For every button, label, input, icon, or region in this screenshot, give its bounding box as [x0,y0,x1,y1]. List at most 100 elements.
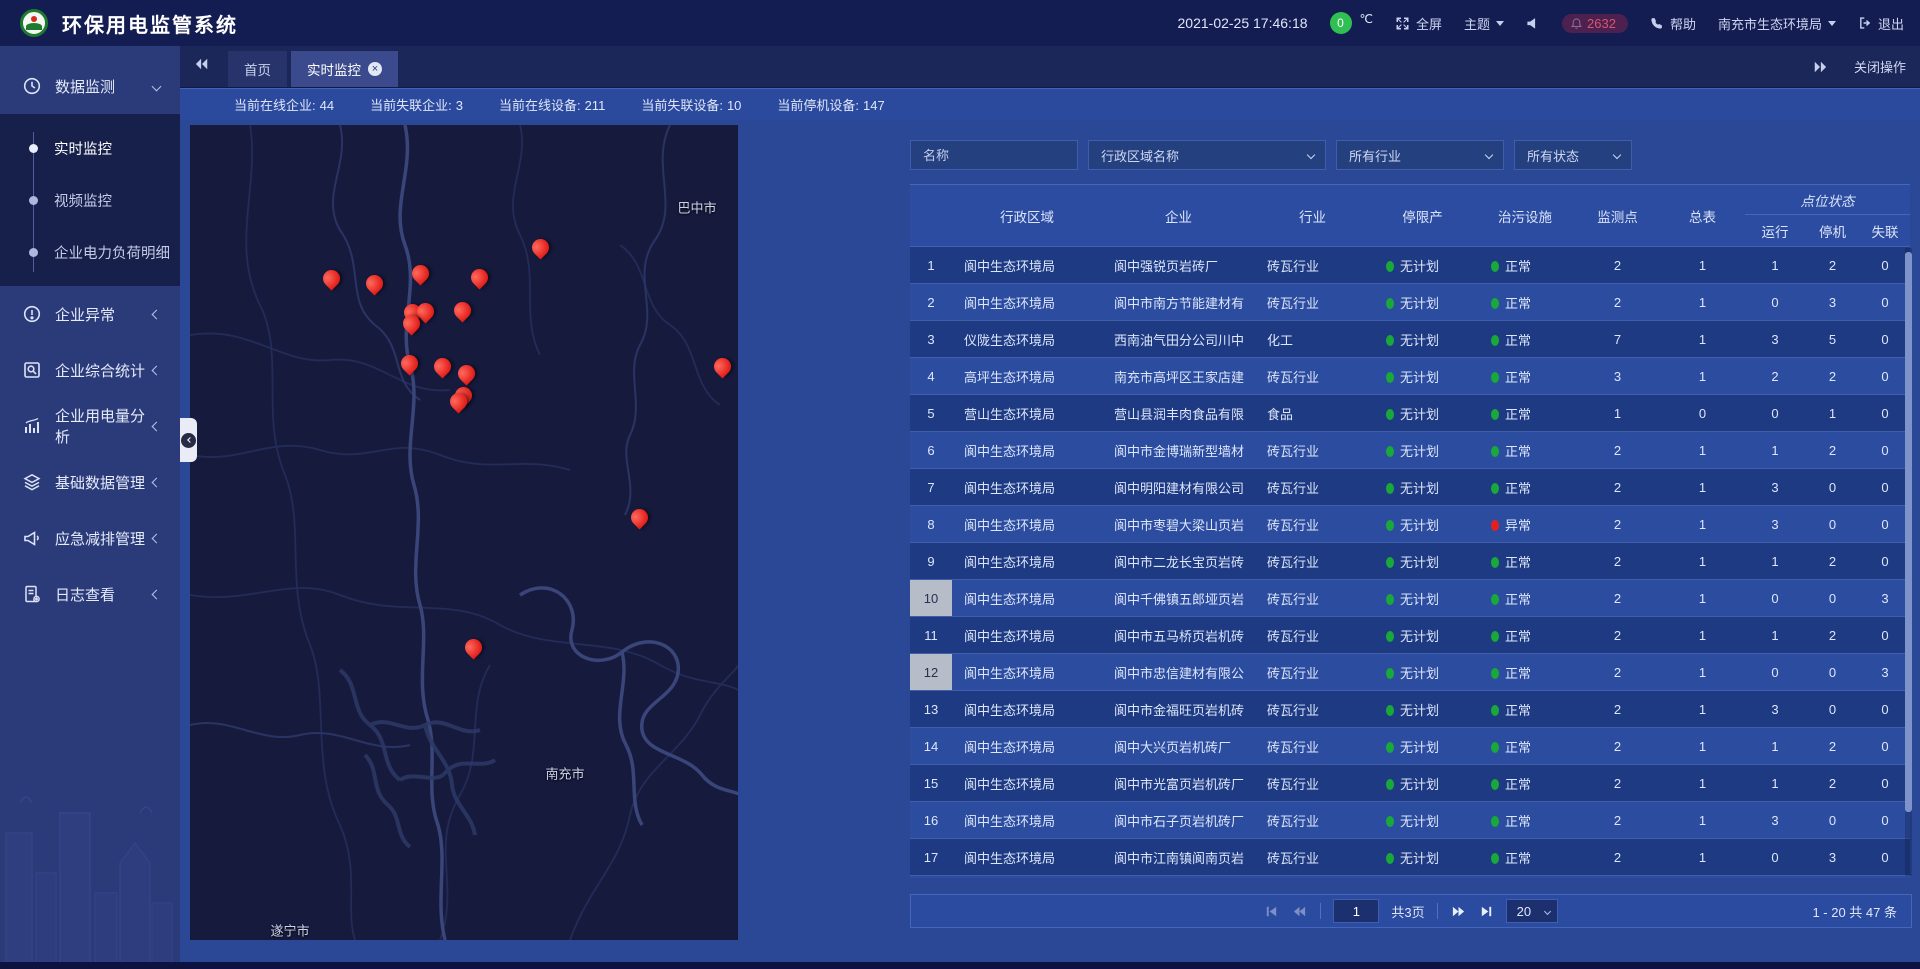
map-panel[interactable]: 巴中市南充市遂宁市 [190,125,738,940]
alarm-counter[interactable]: 2632 [1562,14,1628,33]
mute-button[interactable] [1526,16,1540,30]
page-size-select[interactable]: 20 [1506,899,1558,923]
cell-run: 3 [1745,691,1805,728]
cell-region: 阆中生态环境局 [952,284,1102,321]
status-select[interactable]: 所有状态 [1514,140,1632,170]
close-operations-button[interactable]: 关闭操作 [1854,57,1906,76]
scrollbar-thumb[interactable] [1905,252,1912,812]
col-subheader: 失联 [1860,215,1910,247]
table-row-12[interactable]: 12阆中生态环境局阆中市忠信建材有限公砖瓦行业无计划正常21003 [910,654,1910,691]
table-row-16[interactable]: 16阆中生态环境局阆中市石子页岩机砖厂砖瓦行业无计划正常21300 [910,802,1910,839]
cell-company: 阆中市金福旺页岩机砖 [1102,691,1255,728]
table-row-9[interactable]: 9阆中生态环境局阆中市二龙长宝页岩砖砖瓦行业无计划正常21120 [910,543,1910,580]
sidebar-subitem-0-1[interactable]: 视频监控 [0,174,180,226]
tabs-scroll-left-button[interactable] [194,57,210,76]
cell-points: 2 [1575,654,1660,691]
table-row-11[interactable]: 11阆中生态环境局阆中市五马桥页岩机砖砖瓦行业无计划正常21120 [910,617,1910,654]
row-index: 14 [910,728,952,764]
help-button[interactable]: 帮助 [1650,14,1696,33]
tab-close-icon[interactable]: × [368,62,382,76]
cell-facility-status: 正常 [1475,358,1575,395]
status-dot-icon [1386,335,1394,346]
cell-limit-status: 无计划 [1370,728,1475,765]
tab-0[interactable]: 首页 [228,51,287,87]
tab-1[interactable]: 实时监控× [291,51,398,87]
sidebar-group-1[interactable]: 企业异常 [0,286,180,342]
cell-industry: 砖瓦行业 [1255,617,1370,654]
sidebar-subitem-0-0[interactable]: 实时监控 [0,122,180,174]
sidebar-subitem-0-2[interactable]: 企业电力负荷明细 [0,226,180,278]
table-row-14[interactable]: 14阆中生态环境局阆中大兴页岩机砖厂砖瓦行业无计划正常21120 [910,728,1910,765]
cell-lost: 0 [1860,728,1910,765]
first-page-button[interactable] [1264,904,1279,919]
cell-meters: 1 [1660,765,1745,802]
cell-facility-status: 异常 [1475,506,1575,543]
table-row-13[interactable]: 13阆中生态环境局阆中市金福旺页岩机砖砖瓦行业无计划正常21300 [910,691,1910,728]
cell-company: 阆中市忠信建材有限公 [1102,654,1255,691]
cell-limit-status: 无计划 [1370,395,1475,432]
cell-meters: 1 [1660,654,1745,691]
name-search-input[interactable] [910,140,1078,170]
stat-item-0: 当前在线企业:44 [234,95,334,114]
cell-region: 阆中生态环境局 [952,728,1102,765]
row-index: 12 [910,654,952,690]
prev-page-icon [1291,904,1308,919]
table-row-5[interactable]: 5营山生态环境局营山县润丰肉食品有限食品无计划正常10010 [910,395,1910,432]
cell-region: 阆中生态环境局 [952,580,1102,617]
filter-bar: 行政区域名称 所有行业 所有状态 [910,140,1912,170]
cell-lost: 0 [1860,284,1910,321]
cell-industry: 砖瓦行业 [1255,728,1370,765]
col-subheader: 运行 [1745,215,1805,247]
sidebar-group-0[interactable]: 数据监测 [0,58,180,114]
table-row-15[interactable]: 15阆中生态环境局阆中市光富页岩机砖厂砖瓦行业无计划正常21120 [910,765,1910,802]
table-row-18[interactable]: 18南部生态环境局南部县砌华水泥有限公建材|水泥无计划正常60060 [910,876,1910,879]
table-row-7[interactable]: 7阆中生态环境局阆中明阳建材有限公司砖瓦行业无计划正常21300 [910,469,1910,506]
table-row-17[interactable]: 17阆中生态环境局阆中市江南镇阆南页岩砖瓦行业无计划正常21030 [910,839,1910,876]
region-select[interactable]: 行政区域名称 [1088,140,1326,170]
page-number-input[interactable] [1333,899,1379,923]
cell-limit-status: 无计划 [1370,543,1475,580]
sidebar-collapse-handle[interactable] [180,418,197,462]
col-header: 行业 [1255,185,1370,247]
fullscreen-button[interactable]: 全屏 [1395,14,1442,33]
prev-page-button[interactable] [1291,904,1308,919]
cell-limit-status: 无计划 [1370,617,1475,654]
sidebar-group-4[interactable]: 基础数据管理 [0,454,180,510]
table-row-4[interactable]: 4高坪生态环境局南充市高坪区王家店建砖瓦行业无计划正常31220 [910,358,1910,395]
sidebar-group-5[interactable]: 应急减排管理 [0,510,180,566]
cell-limit-status: 无计划 [1370,691,1475,728]
logout-button[interactable]: 退出 [1858,14,1904,33]
table-row-2[interactable]: 2阆中生态环境局阆中市南方节能建材有砖瓦行业无计划正常21030 [910,284,1910,321]
stats-bar: 当前在线企业:44当前失联企业:3当前在线设备:211当前失联设备:10当前停机… [180,88,1920,120]
cell-meters: 1 [1660,617,1745,654]
table-row-1[interactable]: 1阆中生态环境局阆中强锐页岩砖厂砖瓦行业无计划正常21120 [910,247,1910,284]
status-dot-icon [1386,409,1394,420]
cell-meters: 1 [1660,802,1745,839]
industry-select[interactable]: 所有行业 [1336,140,1504,170]
bullet-icon [29,248,38,257]
sidebar-group-2[interactable]: 企业综合统计 [0,342,180,398]
cell-industry: 砖瓦行业 [1255,543,1370,580]
sidebar-group-6[interactable]: 日志查看 [0,566,180,622]
last-page-button[interactable] [1479,904,1494,919]
table-row-10[interactable]: 10阆中生态环境局阆中千佛镇五郎垭页岩砖瓦行业无计划正常21003 [910,580,1910,617]
cell-lost: 0 [1860,247,1910,284]
theme-dropdown[interactable]: 主题 [1464,14,1504,33]
double-chevron-right-icon[interactable] [1812,60,1828,74]
sidebar-group-3[interactable]: 企业用电量分析 [0,398,180,454]
table-row-3[interactable]: 3仪陇生态环境局西南油气田分公司川中化工无计划正常71350 [910,321,1910,358]
status-dot-icon [1386,779,1394,790]
bullet-icon [29,144,38,153]
table-row-6[interactable]: 6阆中生态环境局阆中市金博瑞新型墙材砖瓦行业无计划正常21120 [910,432,1910,469]
cell-lost: 0 [1860,469,1910,506]
org-dropdown[interactable]: 南充市生态环境局 [1718,14,1836,33]
cell-points: 6 [1575,876,1660,879]
next-page-button[interactable] [1450,904,1467,919]
cell-region: 营山生态环境局 [952,395,1102,432]
status-dot-icon [1386,668,1394,679]
table-row-8[interactable]: 8阆中生态环境局阆中市枣碧大梁山页岩砖瓦行业无计划异常21300 [910,506,1910,543]
datetime-label: 2021-02-25 17:46:18 [1178,15,1308,31]
cell-region: 阆中生态环境局 [952,432,1102,469]
temperature-widget: 0 ℃ [1330,12,1373,34]
cell-lost: 0 [1860,765,1910,802]
